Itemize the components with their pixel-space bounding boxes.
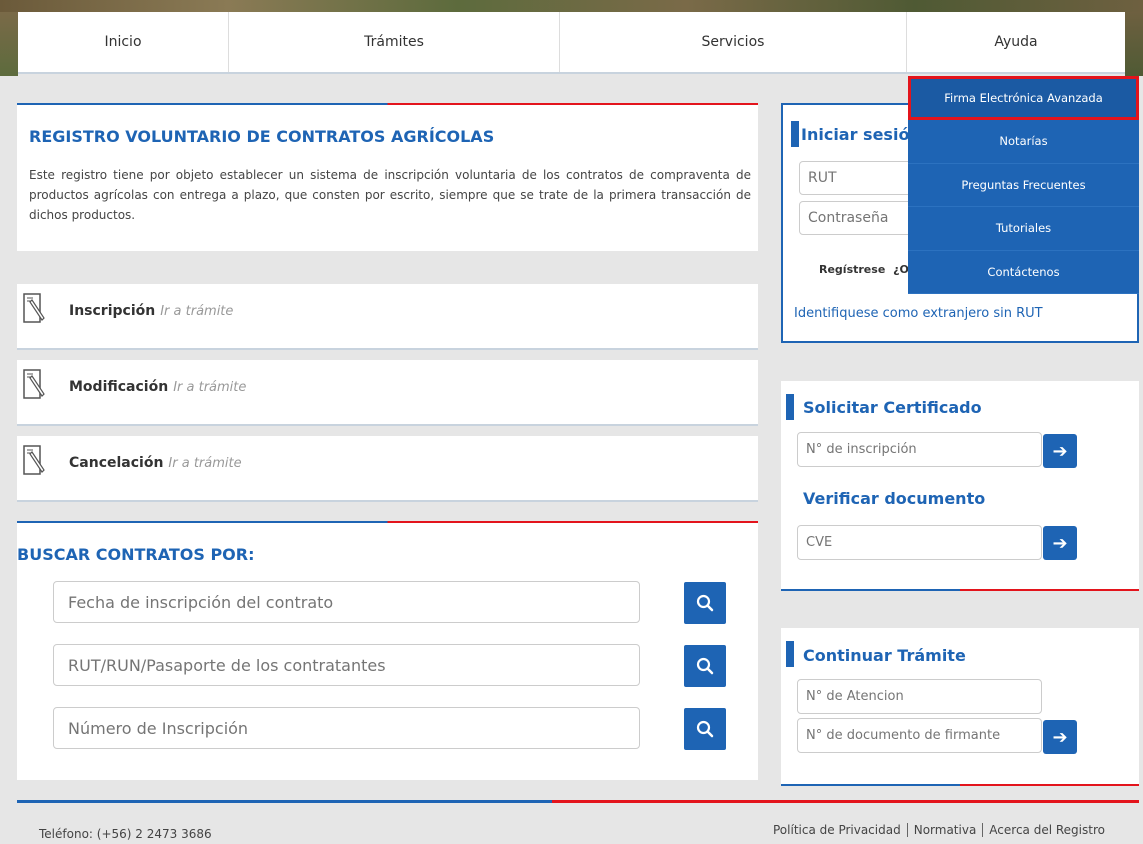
footer-phone: Teléfono: (+56) 2 2473 3686	[39, 827, 212, 841]
search-icon	[696, 720, 714, 738]
search-icon	[696, 657, 714, 675]
certificado-panel: Solicitar Certificado ➔ Verificar docume…	[781, 381, 1139, 591]
login-title: Iniciar sesión	[801, 125, 921, 144]
continuar-submit-button[interactable]: ➔	[1043, 720, 1077, 754]
ir-a-tramite-link[interactable]: Ir a trámite	[160, 304, 233, 319]
search-numero-button[interactable]	[684, 708, 726, 750]
header-banner	[0, 0, 1143, 12]
continuar-panel: Continuar Trámite ➔	[781, 628, 1139, 786]
intro-panel: REGISTRO VOLUNTARIO DE CONTRATOS AGRÍCOL…	[17, 103, 758, 251]
ir-a-tramite-link[interactable]: Ir a trámite	[173, 380, 246, 395]
document-pen-icon	[23, 293, 45, 323]
certificado-title: Solicitar Certificado	[803, 398, 982, 417]
nav-item-servicios[interactable]: Servicios	[560, 12, 907, 72]
tramite-name: Cancelación	[69, 455, 164, 471]
menu-item-notarias[interactable]: Notarías	[908, 120, 1139, 164]
fecha-inscripcion-input[interactable]	[53, 581, 640, 623]
header-banner-left	[0, 12, 18, 76]
document-pen-icon	[23, 445, 45, 475]
numero-inscripcion-input[interactable]	[53, 707, 640, 749]
menu-item-firma-electronica[interactable]: Firma Electrónica Avanzada	[908, 76, 1139, 120]
verificar-submit-button[interactable]: ➔	[1043, 526, 1077, 560]
verificar-title: Verificar documento	[803, 489, 986, 508]
panel-border	[781, 589, 1139, 591]
heading-marker	[791, 121, 799, 147]
search-icon	[696, 594, 714, 612]
forgot-link[interactable]: ¿O	[893, 263, 909, 276]
normativa-link[interactable]: Normativa	[908, 823, 984, 837]
ir-a-tramite-link[interactable]: Ir a trámite	[168, 456, 241, 471]
ayuda-dropdown-menu: Firma Electrónica Avanzada Notarías Preg…	[908, 76, 1139, 295]
arrow-right-icon: ➔	[1052, 532, 1068, 554]
about-link[interactable]: Acerca del Registro	[983, 823, 1111, 837]
register-link[interactable]: Regístrese	[819, 263, 885, 276]
tramite-label: Modificación Ir a trámite	[69, 379, 246, 395]
heading-marker	[786, 641, 794, 667]
document-pen-icon	[23, 369, 45, 399]
nav-item-ayuda[interactable]: Ayuda	[907, 12, 1125, 72]
continuar-title: Continuar Trámite	[803, 646, 966, 665]
inscripcion-number-input[interactable]	[797, 432, 1042, 467]
tramite-name: Inscripción	[69, 303, 156, 319]
nav-item-tramites[interactable]: Trámites	[229, 12, 560, 72]
tramite-modificacion[interactable]: Modificación Ir a trámite	[17, 360, 758, 426]
footer-links: Política de Privacidad Normativa Acerca …	[767, 823, 1111, 837]
header-banner-right	[1125, 12, 1143, 76]
cve-input[interactable]	[797, 525, 1042, 560]
menu-item-contactenos[interactable]: Contáctenos	[908, 251, 1139, 295]
menu-item-tutoriales[interactable]: Tutoriales	[908, 207, 1139, 251]
arrow-right-icon: ➔	[1052, 726, 1068, 748]
panel-border	[17, 103, 758, 105]
footer-border	[552, 800, 1139, 803]
tramite-cancelacion[interactable]: Cancelación Ir a trámite	[17, 436, 758, 502]
page-title: REGISTRO VOLUNTARIO DE CONTRATOS AGRÍCOL…	[29, 127, 495, 146]
tramite-inscripcion[interactable]: Inscripción Ir a trámite	[17, 284, 758, 350]
heading-marker	[786, 394, 794, 420]
nav-item-inicio[interactable]: Inicio	[18, 12, 229, 72]
search-fecha-button[interactable]	[684, 582, 726, 624]
tramite-name: Modificación	[69, 379, 169, 395]
menu-item-preguntas-frecuentes[interactable]: Preguntas Frecuentes	[908, 164, 1139, 208]
panel-border	[17, 521, 758, 523]
search-title: BUSCAR CONTRATOS POR:	[17, 545, 255, 564]
intro-description: Este registro tiene por objeto establece…	[29, 168, 751, 222]
search-rut-button[interactable]	[684, 645, 726, 687]
login-links: Regístrese ¿O	[819, 263, 909, 276]
tramite-label: Inscripción Ir a trámite	[69, 303, 233, 319]
atencion-number-input[interactable]	[797, 679, 1042, 714]
foreign-login-link[interactable]: Identifiquese como extranjero sin RUT	[794, 306, 1043, 321]
certificado-submit-button[interactable]: ➔	[1043, 434, 1077, 468]
documento-firmante-input[interactable]	[797, 718, 1042, 753]
footer: Teléfono: (+56) 2 2473 3686 Política de …	[17, 800, 1139, 844]
rut-contratantes-input[interactable]	[53, 644, 640, 686]
arrow-right-icon: ➔	[1052, 440, 1068, 462]
main-nav: Inicio Trámites Servicios Ayuda	[18, 12, 1125, 74]
privacy-link[interactable]: Política de Privacidad	[767, 823, 908, 837]
panel-border	[781, 784, 1139, 786]
tramite-label: Cancelación Ir a trámite	[69, 455, 242, 471]
